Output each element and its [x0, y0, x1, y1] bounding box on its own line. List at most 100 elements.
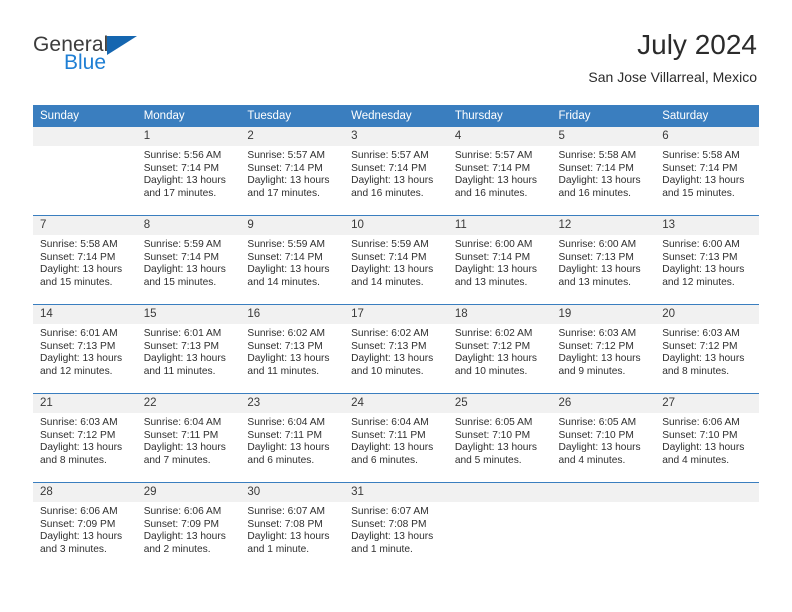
- day-details: Sunrise: 6:04 AM Sunset: 7:11 PM Daylight:…: [137, 413, 241, 467]
- sunrise-text: Sunrise: 5:58 AM: [558, 150, 637, 161]
- sunset-text: Sunset: 7:14 PM: [143, 162, 220, 174]
- day-details: Sunrise: 6:00 AM Sunset: 7:13 PM Daylight:…: [552, 235, 656, 289]
- calendar-cell[interactable]: 21 Sunrise: 6:03 AM Sunset: 7:12 PM Dayligh…: [33, 393, 137, 483]
- daylight-text-line1: Daylight: 13 hours: [143, 531, 226, 543]
- calendar-cell[interactable]: 11 Sunrise: 6:00 AM Sunset: 7:14 PM Dayligh…: [447, 215, 552, 305]
- day-details: Sunrise: 6:04 AM Sunset: 7:11 PM Daylight:…: [240, 413, 344, 467]
- day-cell: 13 Sunrise: 6:00 AM Sunset: 7:13 PM Dayligh…: [655, 216, 759, 304]
- day-details: Sunrise: 6:01 AM Sunset: 7:13 PM Daylight:…: [137, 324, 241, 378]
- calendar-cell[interactable]: 29 Sunrise: 6:06 AM Sunset: 7:09 PM Dayligh…: [136, 482, 241, 571]
- calendar-cell[interactable]: 7 Sunrise: 5:58 AM Sunset: 7:14 PM Daylight…: [33, 215, 137, 305]
- day-details: Sunrise: 6:04 AM Sunset: 7:11 PM Daylight:…: [344, 413, 448, 467]
- day-cell: 31 Sunrise: 6:07 AM Sunset: 7:08 PM Dayligh…: [344, 483, 448, 571]
- weekday-header-thursday: Thursday: [447, 105, 552, 127]
- calendar-cell[interactable]: 18 Sunrise: 6:02 AM Sunset: 7:12 PM Dayligh…: [447, 304, 552, 394]
- calendar-cell[interactable]: 5 Sunrise: 5:58 AM Sunset: 7:14 PM Daylight…: [551, 127, 656, 216]
- calendar-week-row: 14 Sunrise: 6:01 AM Sunset: 7:13 PM Dayligh…: [33, 304, 759, 394]
- daylight-text-line2: and 16 minutes.: [454, 187, 528, 199]
- day-details: Sunrise: 5:57 AM Sunset: 7:14 PM Daylight:…: [344, 146, 448, 200]
- day-details: Sunrise: 6:06 AM Sunset: 7:10 PM Daylight:…: [655, 413, 759, 467]
- weekday-header-saturday: Saturday: [655, 105, 759, 127]
- calendar-cell[interactable]: 13 Sunrise: 6:00 AM Sunset: 7:13 PM Dayligh…: [655, 215, 759, 305]
- daylight-text-line2: and 15 minutes.: [662, 187, 735, 199]
- day-details: Sunrise: 5:57 AM Sunset: 7:14 PM Daylight:…: [240, 146, 344, 200]
- calendar-cell[interactable]: 26 Sunrise: 6:05 AM Sunset: 7:10 PM Dayligh…: [551, 393, 656, 483]
- calendar-cell[interactable]: 24 Sunrise: 6:04 AM Sunset: 7:11 PM Dayligh…: [344, 393, 448, 483]
- sunset-text: Sunset: 7:14 PM: [558, 162, 634, 174]
- daylight-text-line1: Daylight: 13 hours: [351, 264, 434, 276]
- sunset-text: Sunset: 7:13 PM: [40, 340, 116, 352]
- daylight-text-line1: Daylight: 13 hours: [454, 264, 537, 276]
- daylight-text-line2: and 14 minutes.: [247, 276, 320, 288]
- sunrise-text: Sunrise: 5:59 AM: [247, 239, 325, 250]
- sunrise-text: Sunrise: 6:06 AM: [662, 417, 740, 428]
- calendar-cell[interactable]: 27 Sunrise: 6:06 AM Sunset: 7:10 PM Dayligh…: [655, 393, 759, 483]
- calendar-cell[interactable]: 14 Sunrise: 6:01 AM Sunset: 7:13 PM Dayligh…: [33, 304, 137, 394]
- daylight-text-line1: Daylight: 13 hours: [351, 442, 434, 454]
- day-cell: 28 Sunrise: 6:06 AM Sunset: 7:09 PM Dayligh…: [33, 483, 137, 571]
- day-cell: [655, 483, 759, 571]
- daylight-text-line2: and 13 minutes.: [558, 276, 632, 288]
- day-number: 19: [551, 305, 656, 324]
- day-details: Sunrise: 6:06 AM Sunset: 7:09 PM Daylight:…: [33, 502, 137, 556]
- calendar-cell[interactable]: 16 Sunrise: 6:02 AM Sunset: 7:13 PM Dayligh…: [240, 304, 345, 394]
- daylight-text-line1: Daylight: 13 hours: [40, 531, 123, 543]
- sunrise-text: Sunrise: 5:57 AM: [454, 150, 533, 161]
- calendar-cell[interactable]: 25 Sunrise: 6:05 AM Sunset: 7:10 PM Dayligh…: [447, 393, 552, 483]
- general-blue-logo: General Blue: [33, 34, 233, 90]
- day-number: [33, 127, 137, 146]
- calendar-cell[interactable]: 1 Sunrise: 5:56 AM Sunset: 7:14 PM Daylight…: [136, 127, 241, 216]
- day-number: 18: [447, 305, 552, 324]
- calendar-cell[interactable]: 10 Sunrise: 5:59 AM Sunset: 7:14 PM Dayligh…: [344, 215, 448, 305]
- calendar-cell[interactable]: 31 Sunrise: 6:07 AM Sunset: 7:08 PM Dayligh…: [344, 482, 448, 571]
- daylight-text-line1: Daylight: 13 hours: [558, 442, 641, 454]
- calendar-cell[interactable]: 28 Sunrise: 6:06 AM Sunset: 7:09 PM Dayligh…: [33, 482, 137, 571]
- calendar-cell[interactable]: 4 Sunrise: 5:57 AM Sunset: 7:14 PM Daylight…: [447, 127, 552, 216]
- calendar-cell[interactable]: 12 Sunrise: 6:00 AM Sunset: 7:13 PM Dayligh…: [551, 215, 656, 305]
- day-details: Sunrise: 6:02 AM Sunset: 7:13 PM Daylight:…: [240, 324, 344, 378]
- sunrise-text: Sunrise: 6:01 AM: [143, 328, 222, 339]
- sunset-text: Sunset: 7:14 PM: [247, 251, 323, 263]
- day-number: 12: [551, 216, 656, 235]
- daylight-text-line2: and 10 minutes.: [454, 365, 528, 377]
- calendar-cell[interactable]: 3 Sunrise: 5:57 AM Sunset: 7:14 PM Daylight…: [344, 127, 448, 216]
- sunset-text: Sunset: 7:14 PM: [40, 251, 116, 263]
- sunset-text: Sunset: 7:12 PM: [558, 340, 634, 352]
- day-cell: 10 Sunrise: 5:59 AM Sunset: 7:14 PM Dayligh…: [344, 216, 448, 304]
- calendar-cell[interactable]: 23 Sunrise: 6:04 AM Sunset: 7:11 PM Dayligh…: [240, 393, 345, 483]
- day-cell: 5 Sunrise: 5:58 AM Sunset: 7:14 PM Daylight…: [551, 127, 656, 215]
- weekday-header-row: Sunday Monday Tuesday Wednesday Thursday…: [33, 105, 759, 127]
- calendar-week-row: 28 Sunrise: 6:06 AM Sunset: 7:09 PM Dayligh…: [33, 482, 759, 571]
- calendar-cell[interactable]: 2 Sunrise: 5:57 AM Sunset: 7:14 PM Daylight…: [240, 127, 345, 216]
- sunrise-text: Sunrise: 6:03 AM: [40, 417, 118, 428]
- calendar-cell[interactable]: 22 Sunrise: 6:04 AM Sunset: 7:11 PM Dayligh…: [136, 393, 241, 483]
- sunset-text: Sunset: 7:14 PM: [143, 251, 220, 263]
- calendar-cell[interactable]: 9 Sunrise: 5:59 AM Sunset: 7:14 PM Daylight…: [240, 215, 345, 305]
- sunset-text: Sunset: 7:11 PM: [247, 429, 322, 441]
- sunset-text: Sunset: 7:12 PM: [454, 340, 531, 352]
- calendar-cell[interactable]: 19 Sunrise: 6:03 AM Sunset: 7:12 PM Dayligh…: [551, 304, 656, 394]
- day-number: 15: [136, 305, 241, 324]
- day-number: 28: [33, 483, 137, 502]
- calendar-cell[interactable]: 30 Sunrise: 6:07 AM Sunset: 7:08 PM Dayligh…: [240, 482, 345, 571]
- calendar-cell[interactable]: 17 Sunrise: 6:02 AM Sunset: 7:13 PM Dayligh…: [344, 304, 448, 394]
- day-details: Sunrise: 5:58 AM Sunset: 7:14 PM Daylight:…: [552, 146, 656, 200]
- calendar-cell[interactable]: 8 Sunrise: 5:59 AM Sunset: 7:14 PM Daylight…: [136, 215, 241, 305]
- sunset-text: Sunset: 7:13 PM: [351, 340, 427, 352]
- calendar-cell[interactable]: 6 Sunrise: 5:58 AM Sunset: 7:14 PM Daylight…: [655, 127, 759, 216]
- sunset-text: Sunset: 7:09 PM: [143, 518, 220, 530]
- daylight-text-line2: and 3 minutes.: [40, 543, 107, 555]
- daylight-text-line2: and 12 minutes.: [662, 276, 735, 288]
- sunset-text: Sunset: 7:10 PM: [454, 429, 531, 441]
- daylight-text-line1: Daylight: 13 hours: [351, 531, 434, 543]
- day-cell: 26 Sunrise: 6:05 AM Sunset: 7:10 PM Dayligh…: [551, 394, 656, 482]
- day-cell: [33, 127, 137, 215]
- day-details: Sunrise: 6:03 AM Sunset: 7:12 PM Daylight:…: [33, 413, 137, 467]
- day-cell: 29 Sunrise: 6:06 AM Sunset: 7:09 PM Dayligh…: [136, 483, 241, 571]
- sunrise-text: Sunrise: 5:57 AM: [351, 150, 429, 161]
- daylight-text-line1: Daylight: 13 hours: [247, 264, 330, 276]
- calendar-cell[interactable]: 20 Sunrise: 6:03 AM Sunset: 7:12 PM Dayligh…: [655, 304, 759, 394]
- day-cell: 3 Sunrise: 5:57 AM Sunset: 7:14 PM Daylight…: [344, 127, 448, 215]
- calendar-cell[interactable]: 15 Sunrise: 6:01 AM Sunset: 7:13 PM Dayligh…: [136, 304, 241, 394]
- day-number: 25: [447, 394, 552, 413]
